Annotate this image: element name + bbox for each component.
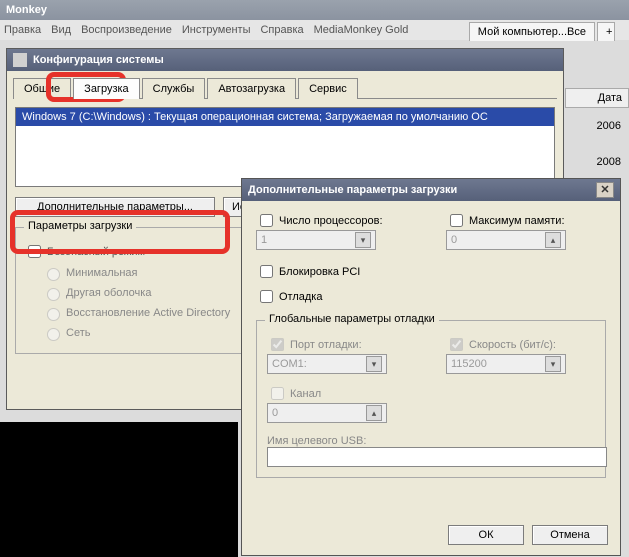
tab-services[interactable]: Службы	[142, 78, 206, 99]
channel-checkbox	[271, 387, 284, 400]
safe-mode-checkbox[interactable]	[28, 245, 41, 258]
adv-button-row: ОК Отмена	[448, 525, 608, 545]
baud-label: Скорость (бит/с):	[469, 339, 556, 351]
channel-label: Канал	[290, 388, 321, 400]
numproc-dropdown: 1 ▾	[256, 230, 376, 250]
close-icon: ✕	[600, 184, 609, 196]
tab-startup[interactable]: Автозагрузка	[207, 78, 296, 99]
safe-mode-label: Безопасный режим	[47, 246, 145, 258]
debugport-label: Порт отладки:	[290, 339, 362, 351]
numproc-checkbox[interactable]	[260, 214, 273, 227]
radio-network	[47, 328, 60, 341]
add-tab-button[interactable]: +	[597, 22, 615, 41]
usb-label: Имя целевого USB:	[267, 435, 595, 447]
advanced-boot-options-window: Дополнительные параметры загрузки ✕ Числ…	[241, 178, 621, 556]
debug-group-label: Глобальные параметры отладки	[265, 313, 439, 325]
msconfig-title-bar[interactable]: Конфигурация системы	[7, 49, 563, 71]
group-label: Параметры загрузки	[24, 220, 136, 232]
debugport-dropdown: COM1: ▾	[267, 354, 387, 374]
menu-tools[interactable]: Инструменты	[182, 24, 251, 36]
usb-target-input	[267, 447, 607, 467]
debug-checkbox[interactable]	[260, 290, 273, 303]
radio-label: Минимальная	[66, 267, 138, 279]
menu-edit[interactable]: Правка	[4, 24, 41, 36]
channel-spinner: 0 ▴	[267, 403, 387, 423]
player-area	[0, 422, 238, 557]
boot-entry-list[interactable]: Windows 7 (C:\Windows) : Текущая операци…	[15, 107, 555, 187]
radio-label: Сеть	[66, 327, 90, 339]
adv-title: Дополнительные параметры загрузки	[248, 184, 457, 196]
btn-label: ОК	[479, 529, 494, 541]
debugport-value: COM1:	[272, 358, 307, 370]
radio-adrepair	[47, 308, 60, 321]
menu-help[interactable]: Справка	[260, 24, 303, 36]
ok-button[interactable]: ОК	[448, 525, 524, 545]
menu-gold[interactable]: MediaMonkey Gold	[314, 24, 409, 36]
msconfig-title: Конфигурация системы	[33, 54, 164, 66]
channel-value: 0	[272, 407, 278, 419]
side-header-date[interactable]: Дата	[565, 88, 629, 108]
app-title-bar: Monkey	[0, 0, 629, 20]
tab-label: Загрузка	[84, 83, 128, 95]
advanced-options-button[interactable]: Дополнительные параметры...	[15, 197, 215, 217]
adv-title-bar[interactable]: Дополнительные параметры загрузки ✕	[242, 179, 620, 201]
app-title: Monkey	[6, 4, 47, 16]
app-tab-strip: Мой компьютер...Все +	[469, 22, 615, 41]
adv-body: Число процессоров: 1 ▾ Максимум памяти: …	[242, 201, 620, 488]
maxmem-value: 0	[451, 234, 457, 246]
maxmem-checkbox[interactable]	[450, 214, 463, 227]
chevron-down-icon: ▾	[355, 232, 371, 248]
numproc-value: 1	[261, 234, 267, 246]
tab-label: Автозагрузка	[218, 83, 285, 95]
radio-label: Другая оболочка	[66, 287, 151, 299]
baud-checkbox	[450, 338, 463, 351]
radio-altshell	[47, 288, 60, 301]
boot-entry-selected[interactable]: Windows 7 (C:\Windows) : Текущая операци…	[16, 108, 554, 126]
chevron-down-icon: ▾	[545, 356, 561, 372]
tab-label: Общие	[24, 83, 60, 95]
btn-label: Отмена	[550, 529, 589, 541]
numproc-label: Число процессоров:	[279, 215, 383, 227]
spinner-icon: ▴	[545, 232, 561, 248]
radio-label: Восстановление Active Directory	[66, 307, 230, 319]
chevron-down-icon: ▾	[366, 356, 382, 372]
maxmem-spinner: 0 ▴	[446, 230, 566, 250]
maxmem-label: Максимум памяти:	[469, 215, 565, 227]
baud-dropdown: 115200 ▾	[446, 354, 566, 374]
menu-playback[interactable]: Воспроизведение	[81, 24, 172, 36]
tab-label: Службы	[153, 83, 195, 95]
msconfig-icon	[13, 53, 27, 67]
debug-group: Глобальные параметры отладки Порт отладк…	[256, 320, 606, 478]
msconfig-tabstrip: Общие Загрузка Службы Автозагрузка Серви…	[13, 77, 557, 99]
radio-minimal	[47, 268, 60, 281]
debug-label: Отладка	[279, 291, 322, 303]
tab-general[interactable]: Общие	[13, 78, 71, 99]
baud-value: 115200	[451, 358, 487, 370]
side-row-year[interactable]: 2008	[565, 144, 629, 180]
tab-tools[interactable]: Сервис	[298, 78, 358, 99]
pcilock-label: Блокировка PCI	[279, 266, 360, 278]
spinner-icon: ▴	[366, 405, 382, 421]
app-tab-mycomputer[interactable]: Мой компьютер...Все	[469, 22, 595, 41]
side-row-year[interactable]: 2006	[565, 108, 629, 144]
pcilock-checkbox[interactable]	[260, 265, 273, 278]
app-tab-label: Мой компьютер...Все	[478, 26, 586, 38]
debugport-checkbox	[271, 338, 284, 351]
cancel-button[interactable]: Отмена	[532, 525, 608, 545]
menu-view[interactable]: Вид	[51, 24, 71, 36]
tab-label: Сервис	[309, 83, 347, 95]
close-button[interactable]: ✕	[596, 182, 614, 198]
btn-label: Дополнительные параметры...	[37, 201, 193, 213]
tab-boot[interactable]: Загрузка	[73, 78, 139, 99]
